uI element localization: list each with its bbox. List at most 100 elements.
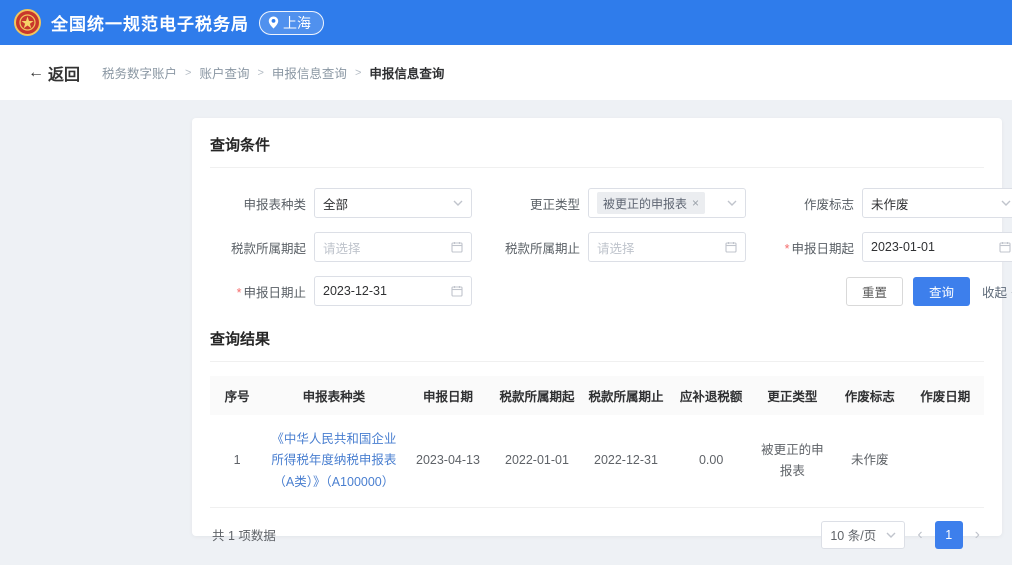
cell-form-name-link[interactable]: 《中华人民共和国企业所得税年度纳税申报表（A类）》（A100000）: [271, 432, 396, 489]
declare-date-start-value: 2023-01-01: [871, 240, 995, 254]
chevron-down-icon: [453, 200, 463, 206]
declare-date-end-value: 2023-12-31: [323, 284, 447, 298]
declare-date-start-label: *申报日期起: [758, 238, 854, 257]
table-row: 1 《中华人民共和国企业所得税年度纳税申报表（A类）》（A100000） 202…: [210, 415, 984, 507]
required-asterisk: *: [785, 242, 790, 256]
void-flag-value: 未作废: [871, 194, 997, 213]
prev-page-button[interactable]: ‹: [915, 526, 924, 544]
page-size-select[interactable]: 10 条/页: [821, 521, 905, 549]
query-conditions-title: 查询条件: [210, 134, 984, 155]
cell-period-end: 2022-12-31: [581, 415, 670, 507]
table-footer: 共 1 项数据 10 条/页 ‹ 1 ›: [210, 508, 984, 555]
declare-date-start-datepicker[interactable]: 2023-01-01: [862, 232, 1012, 262]
back-label: 返回: [48, 61, 80, 85]
location-pin-icon: [268, 16, 279, 29]
field-declare-date-start: *申报日期起 2023-01-01: [758, 232, 1012, 262]
declare-date-end-label: *申报日期止: [210, 282, 306, 301]
field-void-flag: 作废标志 未作废: [758, 188, 1012, 218]
tax-period-start-placeholder: 请选择: [323, 238, 447, 257]
app-header: 全国统一规范电子税务局 上海: [0, 0, 1012, 45]
tax-period-end-datepicker[interactable]: 请选择: [588, 232, 746, 262]
cell-void-flag: 未作废: [833, 415, 907, 507]
declaration-type-select[interactable]: 全部: [314, 188, 472, 218]
calendar-icon: [725, 241, 737, 253]
correction-type-tag: 被更正的申报表 ×: [597, 192, 705, 214]
query-conditions-section: 查询条件 申报表种类 全部 更正类型: [210, 134, 984, 306]
collapse-toggle[interactable]: 收起: [982, 282, 1012, 301]
pagination: 10 条/页 ‹ 1 ›: [821, 521, 982, 549]
cell-correction-type: 被更正的申报表: [752, 415, 833, 507]
correction-type-select[interactable]: 被更正的申报表 ×: [588, 188, 746, 218]
void-flag-label: 作废标志: [758, 194, 854, 213]
header-void-flag: 作废标志: [833, 376, 907, 415]
header-void-date: 作废日期: [907, 376, 984, 415]
results-table-header: 序号 申报表种类 申报日期 税款所属期起 税款所属期止 应补退税额 更正类型 作…: [210, 376, 984, 415]
chevron-down-icon: [886, 532, 896, 538]
breadcrumb-item-account-query[interactable]: 账户查询: [199, 63, 249, 82]
cell-period-start: 2022-01-01: [492, 415, 581, 507]
tax-period-end-placeholder: 请选择: [597, 238, 721, 257]
bottom-strip: [0, 565, 1012, 577]
field-tax-period-start: 税款所属期起 请选择: [210, 232, 472, 262]
required-asterisk: *: [237, 286, 242, 300]
breadcrumb-current-page: 申报信息查询: [369, 63, 444, 82]
query-card: 查询条件 申报表种类 全部 更正类型: [192, 118, 1002, 536]
tag-text: 被更正的申报表: [603, 195, 687, 212]
declare-date-start-label-text: 申报日期起: [791, 242, 854, 256]
divider: [210, 361, 984, 362]
declaration-type-value: 全部: [323, 194, 449, 213]
query-button[interactable]: 查询: [913, 277, 970, 306]
results-table: 序号 申报表种类 申报日期 税款所属期起 税款所属期止 应补退税额 更正类型 作…: [210, 376, 984, 508]
query-results-title: 查询结果: [210, 328, 984, 349]
page-number-1[interactable]: 1: [935, 521, 963, 549]
cell-refund-amount: 0.00: [670, 415, 751, 507]
header-form-name: 申报表种类: [264, 376, 403, 415]
chevron-down-icon: [727, 200, 737, 206]
breadcrumb-item-digital-account[interactable]: 税务数字账户: [102, 63, 177, 82]
breadcrumb-separator: >: [185, 67, 191, 79]
breadcrumb-separator: >: [355, 67, 361, 79]
tax-period-end-label: 税款所属期止: [484, 238, 580, 257]
divider: [210, 167, 984, 168]
declare-date-end-datepicker[interactable]: 2023-12-31: [314, 276, 472, 306]
app-title: 全国统一规范电子税务局: [51, 10, 249, 35]
breadcrumb-bar: ←返回 税务数字账户 > 账户查询 > 申报信息查询 > 申报信息查询: [0, 45, 1012, 100]
main-content-area: 查询条件 申报表种类 全部 更正类型: [0, 100, 1012, 565]
back-arrow-icon: ←: [28, 64, 44, 82]
void-flag-select[interactable]: 未作废: [862, 188, 1012, 218]
cell-void-date: [907, 415, 984, 507]
form-actions: 重置 查询 收起: [484, 276, 1012, 306]
total-count-text: 共 1 项数据: [212, 525, 276, 544]
header-refund-amount: 应补退税额: [670, 376, 751, 415]
field-declare-date-end: *申报日期止 2023-12-31: [210, 276, 472, 306]
correction-type-label: 更正类型: [484, 194, 580, 213]
cell-declare-date: 2023-04-13: [403, 415, 492, 507]
next-page-button[interactable]: ›: [973, 526, 982, 544]
reset-button[interactable]: 重置: [846, 277, 903, 306]
breadcrumb-separator: >: [257, 67, 263, 79]
tag-close-icon[interactable]: ×: [692, 197, 699, 209]
declaration-type-label: 申报表种类: [210, 194, 306, 213]
region-selector[interactable]: 上海: [259, 11, 324, 35]
query-form: 申报表种类 全部 更正类型 被更正的申报表 ×: [210, 188, 984, 306]
chevron-down-icon: [1001, 200, 1011, 206]
header-period-end: 税款所属期止: [581, 376, 670, 415]
calendar-icon: [999, 241, 1011, 253]
query-results-section: 查询结果 序号 申报表种类 申报日期 税款所属期起 税款所属期止 应补退税额 更…: [210, 328, 984, 555]
calendar-icon: [451, 285, 463, 297]
field-correction-type: 更正类型 被更正的申报表 ×: [484, 188, 746, 218]
header-declare-date: 申报日期: [403, 376, 492, 415]
back-button[interactable]: ←返回: [28, 61, 80, 85]
declare-date-end-label-text: 申报日期止: [243, 286, 306, 300]
header-index: 序号: [210, 376, 264, 415]
header-correction-type: 更正类型: [752, 376, 833, 415]
breadcrumb: 税务数字账户 > 账户查询 > 申报信息查询 > 申报信息查询: [102, 63, 444, 82]
region-label: 上海: [283, 13, 311, 33]
field-tax-period-end: 税款所属期止 请选择: [484, 232, 746, 262]
breadcrumb-item-declaration-query[interactable]: 申报信息查询: [272, 63, 347, 82]
tax-period-start-datepicker[interactable]: 请选择: [314, 232, 472, 262]
national-emblem-logo: [14, 9, 41, 36]
page-size-value: 10 条/页: [830, 525, 876, 544]
cell-index: 1: [210, 415, 264, 507]
header-period-start: 税款所属期起: [492, 376, 581, 415]
